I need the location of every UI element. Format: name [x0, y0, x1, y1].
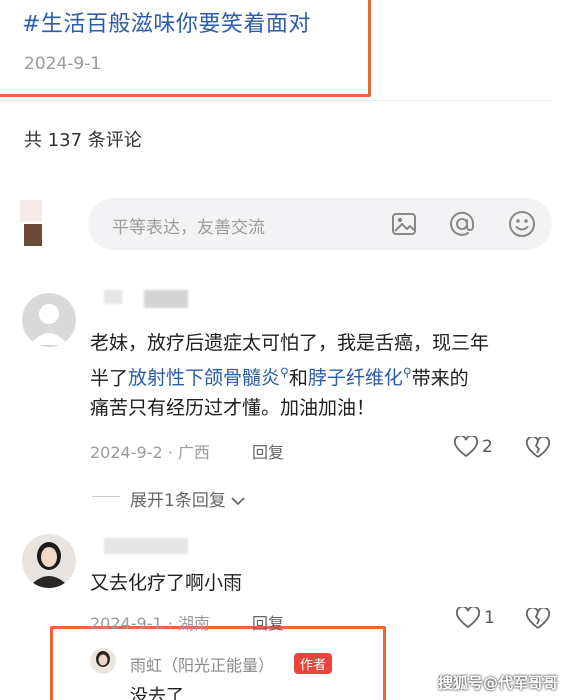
avatar[interactable] — [22, 534, 76, 588]
default-avatar-icon — [30, 304, 68, 345]
author-badge: 作者 — [294, 653, 333, 674]
reply-button[interactable]: 回复 — [252, 610, 284, 634]
at-icon[interactable] — [446, 208, 478, 240]
divider — [0, 100, 552, 101]
comment-text: 老妹，放疗后遗症太可怕了，我是舌癌，现三年 半了放射性下颌骨髓炎⚲和脖子纤维化⚲… — [90, 328, 489, 423]
image-icon[interactable] — [388, 208, 420, 240]
search-icon: ⚲ — [402, 366, 412, 380]
chevron-down-icon — [231, 497, 245, 506]
like-button[interactable]: 1 — [456, 607, 495, 629]
blurred-username — [104, 290, 122, 304]
reply-text: 没去了 — [130, 686, 184, 700]
topic-link[interactable]: 脖子纤维化⚲ — [308, 366, 412, 389]
post-date: 2024-9-1 — [24, 54, 102, 74]
avatar[interactable] — [20, 200, 48, 248]
comment-meta: 2024-9-2 · 广西 — [90, 443, 210, 462]
avatar[interactable] — [22, 293, 76, 347]
expand-replies-button[interactable]: 展开1条回复 — [130, 486, 245, 511]
comment-line: 半了放射性下颌骨髓炎⚲和脖子纤维化⚲带来的 — [90, 366, 469, 390]
reply-author-name[interactable]: 雨虹（阳光正能量） — [130, 652, 274, 676]
like-button[interactable]: 2 — [454, 436, 493, 458]
broken-heart-icon[interactable] — [526, 608, 550, 630]
emoji-icon[interactable] — [506, 208, 538, 240]
comment-text: 又去化疗了啊小雨 — [90, 572, 243, 594]
search-icon: ⚲ — [280, 366, 289, 380]
reply-button[interactable]: 回复 — [252, 439, 284, 463]
divider — [92, 496, 120, 497]
topic-link[interactable]: 放射性下颌骨髓炎⚲ — [128, 366, 289, 389]
blurred-username — [144, 290, 188, 308]
watermark: 搜狐号@代军哥哥 — [438, 674, 559, 692]
comment-meta: 2024-9-1 · 湖南 — [90, 614, 210, 633]
comment-input[interactable]: 平等表达，友善交流 — [88, 198, 552, 250]
comment-line: 老妹，放疗后遗症太可怕了，我是舌癌，现三年 — [90, 332, 490, 354]
heart-icon — [456, 607, 480, 629]
post-topic-hashtag[interactable]: #生活百般滋味你要笑着面对 — [22, 6, 311, 38]
like-count: 2 — [482, 437, 493, 457]
like-count: 1 — [484, 608, 495, 628]
heart-icon — [454, 436, 478, 458]
comment-input-placeholder: 平等表达，友善交流 — [112, 218, 265, 238]
blurred-username — [104, 538, 188, 554]
avatar[interactable] — [90, 648, 116, 674]
comment-count: 共 137 条评论 — [24, 130, 142, 151]
broken-heart-icon[interactable] — [526, 437, 550, 459]
comment-line: 痛苦只有经历过才懂。加油加油！ — [90, 397, 376, 420]
